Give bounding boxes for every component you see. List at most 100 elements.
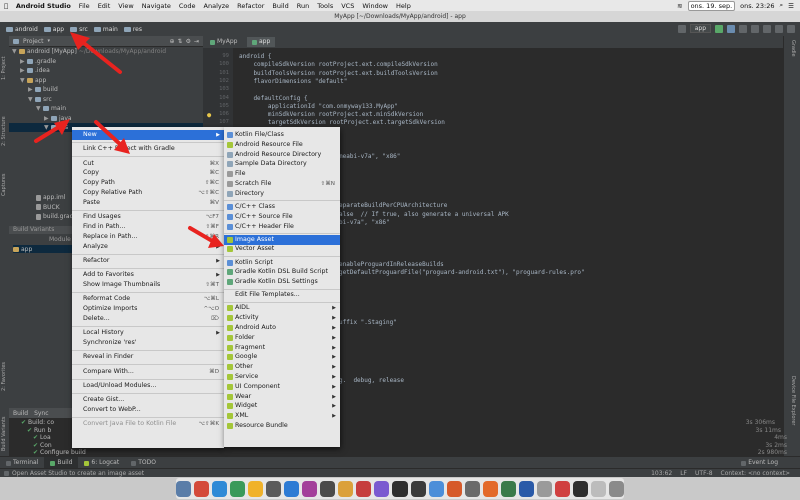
menu-item[interactable]: C/C++ Class <box>224 202 340 212</box>
menubar-item[interactable]: File <box>75 2 94 10</box>
tab-captures[interactable]: Captures <box>1 156 8 197</box>
menubar-item[interactable]: Window <box>358 2 392 10</box>
tab-favorites[interactable]: 2: Favorites <box>1 346 8 391</box>
menu-item[interactable]: Vector Asset <box>224 244 340 254</box>
menu-item[interactable]: Delete... ⌦ <box>72 314 224 324</box>
expand-arrow-icon[interactable]: ▶ <box>44 114 49 123</box>
menu-item[interactable]: Resource Bundle <box>224 421 340 431</box>
menubar-item[interactable]: Code <box>175 2 200 10</box>
dock-app-icon[interactable] <box>302 480 318 497</box>
menu-item[interactable]: Create Gist... <box>72 395 224 405</box>
menubar-item[interactable]: VCS <box>337 2 358 10</box>
menu-item[interactable]: New ▶ <box>72 130 224 140</box>
menu-item[interactable]: Gradle Kotlin DSL Build Script <box>224 267 340 277</box>
tree-row[interactable]: ▶ java <box>9 114 203 123</box>
menu-item[interactable]: Link C++ Project with Gradle <box>72 144 224 154</box>
hide-icon[interactable]: ⇥ <box>194 38 199 45</box>
dock-app-icon[interactable] <box>320 480 336 497</box>
tab-structure[interactable]: 2: Structure <box>1 96 8 146</box>
menu-item[interactable]: Widget ▶ <box>224 401 340 411</box>
menu-item[interactable]: Copy Relative Path ⌥⇧⌘C <box>72 188 224 198</box>
menubar-item[interactable]: Navigate <box>138 2 175 10</box>
dock-app-icon[interactable] <box>446 480 462 497</box>
tree-row[interactable]: app.iml <box>9 193 65 202</box>
menu-item[interactable]: Fragment ▶ <box>224 343 340 353</box>
tab-build-output[interactable]: Build <box>13 410 28 417</box>
expand-arrow-icon[interactable]: ▶ <box>20 66 25 75</box>
search-everywhere-icon[interactable] <box>787 24 795 33</box>
tree-row[interactable]: ▶ build <box>9 85 203 94</box>
menu-item[interactable]: Local History ▶ <box>72 328 224 338</box>
tree-row[interactable]: ▼ android [MyApp] ~/Downloads/MyApp/andro… <box>9 47 203 56</box>
dock-app-icon[interactable] <box>410 480 426 497</box>
menu-item[interactable]: Android Auto ▶ <box>224 323 340 333</box>
collapse-icon[interactable]: ⇅ <box>178 38 183 45</box>
run-config-select[interactable]: app <box>689 24 711 33</box>
file-encoding[interactable]: UTF-8 <box>695 470 713 477</box>
menubar-item[interactable]: Run <box>293 2 313 10</box>
menu-item[interactable]: Compare With... ⌘D <box>72 367 224 377</box>
expand-arrow-icon[interactable]: ▼ <box>36 104 41 113</box>
sdk-manager-icon[interactable] <box>775 24 783 33</box>
tab-project[interactable]: 1: Project <box>1 40 8 80</box>
menu-item[interactable]: Copy Path ⇧⌘C <box>72 178 224 188</box>
menu-item[interactable]: Directory <box>224 189 340 199</box>
tree-row[interactable]: build.gradle <box>9 212 79 221</box>
breadcrumb-item[interactable]: src <box>70 26 88 33</box>
date-box[interactable]: ons. 19. sep. <box>687 0 736 11</box>
menu-item[interactable]: Convert to WebP... <box>72 405 224 415</box>
menu-item[interactable]: Folder ▶ <box>224 333 340 343</box>
menu-item[interactable]: Cut ⌘X <box>72 159 224 169</box>
menu-item[interactable]: Kotlin Script <box>224 258 340 268</box>
expand-arrow-icon[interactable]: ▶ <box>20 57 25 66</box>
hammer-icon[interactable] <box>677 24 686 33</box>
menu-item[interactable]: Android Resource File <box>224 140 340 150</box>
menu-item[interactable]: Refactor ▶ <box>72 256 224 266</box>
search-icon[interactable]: ⌕ <box>780 1 784 10</box>
clock[interactable]: ons. 23:26 <box>740 2 774 10</box>
expand-arrow-icon[interactable]: ▼ <box>44 123 49 132</box>
menu-item[interactable]: Activity ▶ <box>224 313 340 323</box>
menu-item[interactable]: Load/Unload Modules... <box>72 381 224 391</box>
breadcrumb-item[interactable]: android <box>6 26 38 33</box>
menu-item[interactable]: UI Component ▶ <box>224 382 340 392</box>
dock-app-icon[interactable] <box>356 480 372 497</box>
menu-item[interactable]: Edit File Templates... <box>224 290 340 300</box>
menu-item[interactable]: Wear ▶ <box>224 392 340 402</box>
gear-icon[interactable]: ⚙ <box>186 38 191 45</box>
tree-row[interactable]: BUCK <box>9 203 60 212</box>
dock-app-icon[interactable] <box>193 480 210 497</box>
tab-myapp[interactable]: MyApp <box>205 37 242 47</box>
menubar-item[interactable]: View <box>114 2 137 10</box>
dock-app-icon[interactable] <box>536 480 552 497</box>
menu-icon[interactable]: ☰ <box>788 2 794 10</box>
tree-row[interactable]: ▶ .gradle <box>9 57 203 66</box>
menu-item[interactable]: Add to Favorites ▶ <box>72 270 224 280</box>
menu-item[interactable]: Reformat Code ⌥⌘L <box>72 294 224 304</box>
line-separator[interactable]: LF <box>680 470 687 477</box>
dock-app-icon[interactable] <box>572 480 588 497</box>
tree-row[interactable]: ▼ src <box>9 95 203 104</box>
menubar-item[interactable]: Android Studio <box>12 2 75 10</box>
menu-item[interactable]: Other ▶ <box>224 362 340 372</box>
expand-arrow-icon[interactable]: ▶ <box>28 85 33 94</box>
tree-row[interactable]: ▼ main <box>9 104 203 113</box>
tree-row[interactable]: ▼ app <box>9 76 203 85</box>
menu-item[interactable]: Find Usages ⌥F7 <box>72 212 224 222</box>
menubar-item[interactable]: Refactor <box>233 2 268 10</box>
menu-item[interactable]: XML ▶ <box>224 411 340 421</box>
debug-icon[interactable] <box>727 24 735 33</box>
menu-item[interactable]: Show Image Thumbnails ⇧⌘T <box>72 280 224 290</box>
menu-item[interactable]: File <box>224 169 340 179</box>
menu-item[interactable]: Kotlin File/Class <box>224 130 340 140</box>
menu-item[interactable]: Android Resource Directory <box>224 150 340 160</box>
menu-item[interactable]: Gradle Kotlin DSL Settings <box>224 277 340 287</box>
menu-item[interactable]: Sample Data Directory <box>224 159 340 169</box>
menu-item[interactable]: Image Asset <box>224 234 340 245</box>
dock-app-icon[interactable] <box>338 480 354 497</box>
dock-app-icon[interactable] <box>591 480 607 497</box>
menubar-item[interactable]: Help <box>392 2 415 10</box>
run-icon[interactable] <box>715 24 723 33</box>
project-view-select[interactable]: Project <box>23 38 44 45</box>
dock-app-icon[interactable] <box>609 480 625 497</box>
